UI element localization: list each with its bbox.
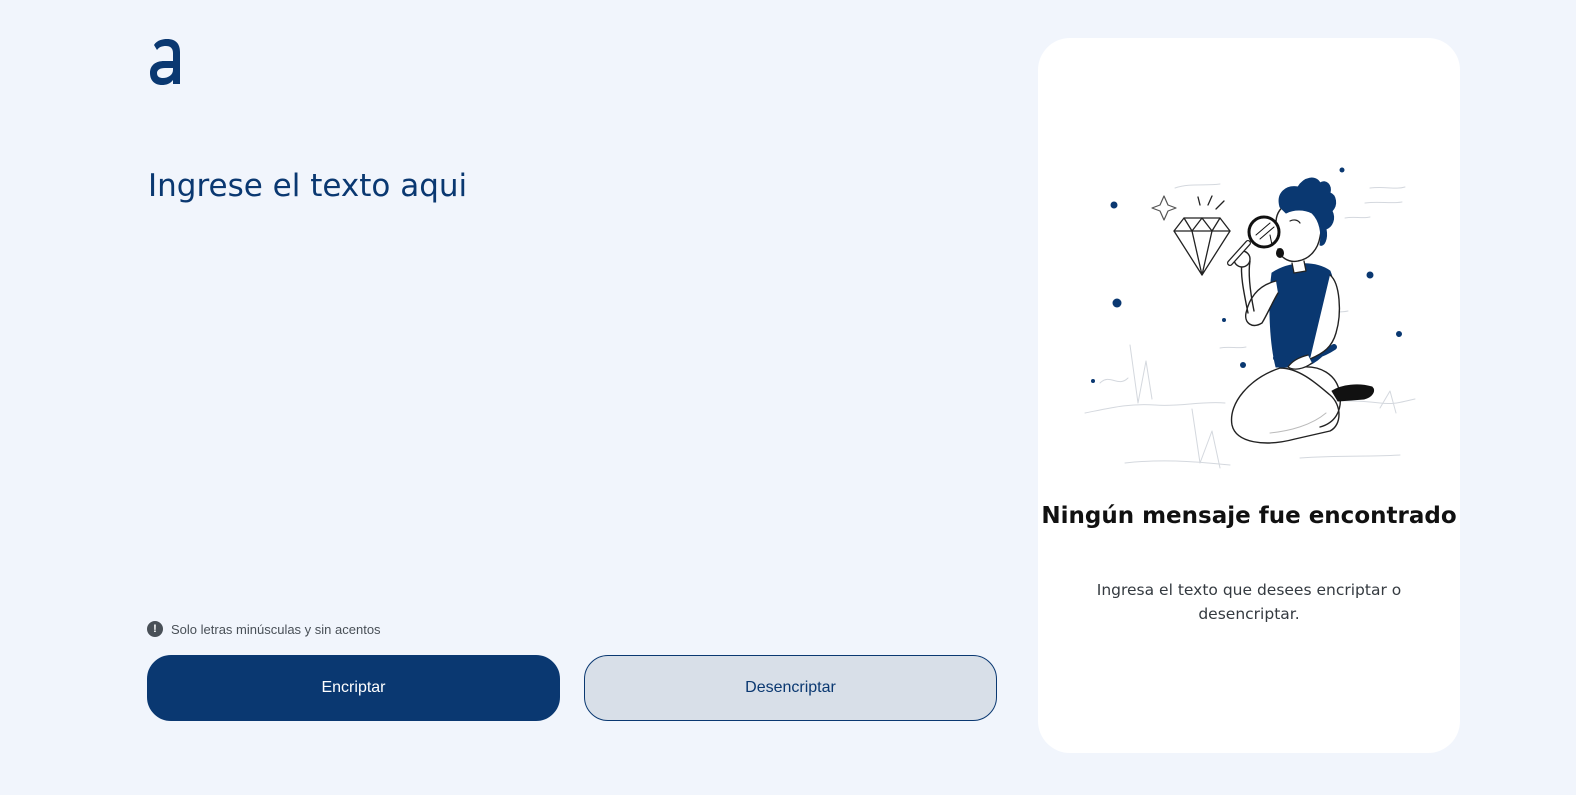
input-hint: ! Solo letras minúsculas y sin acentos — [147, 621, 381, 637]
empty-state-title: Ningún mensaje fue encontrado — [1041, 503, 1457, 529]
alura-a-logo-icon — [150, 39, 180, 85]
decrypt-button[interactable]: Desencriptar — [584, 655, 997, 721]
message-input[interactable] — [148, 168, 998, 598]
person-with-magnifying-glass-and-diamond-illustration — [1084, 167, 1416, 469]
encrypt-button[interactable]: Encriptar — [147, 655, 560, 721]
exclamation-circle-icon: ! — [147, 621, 163, 637]
app-page: ! Solo letras minúsculas y sin acentos E… — [0, 0, 1576, 795]
output-panel: Ningún mensaje fue encontrado Ingresa el… — [1038, 38, 1460, 753]
hint-text: Solo letras minúsculas y sin acentos — [171, 621, 381, 637]
empty-state-description: Ingresa el texto que desees encriptar o … — [1096, 581, 1402, 623]
